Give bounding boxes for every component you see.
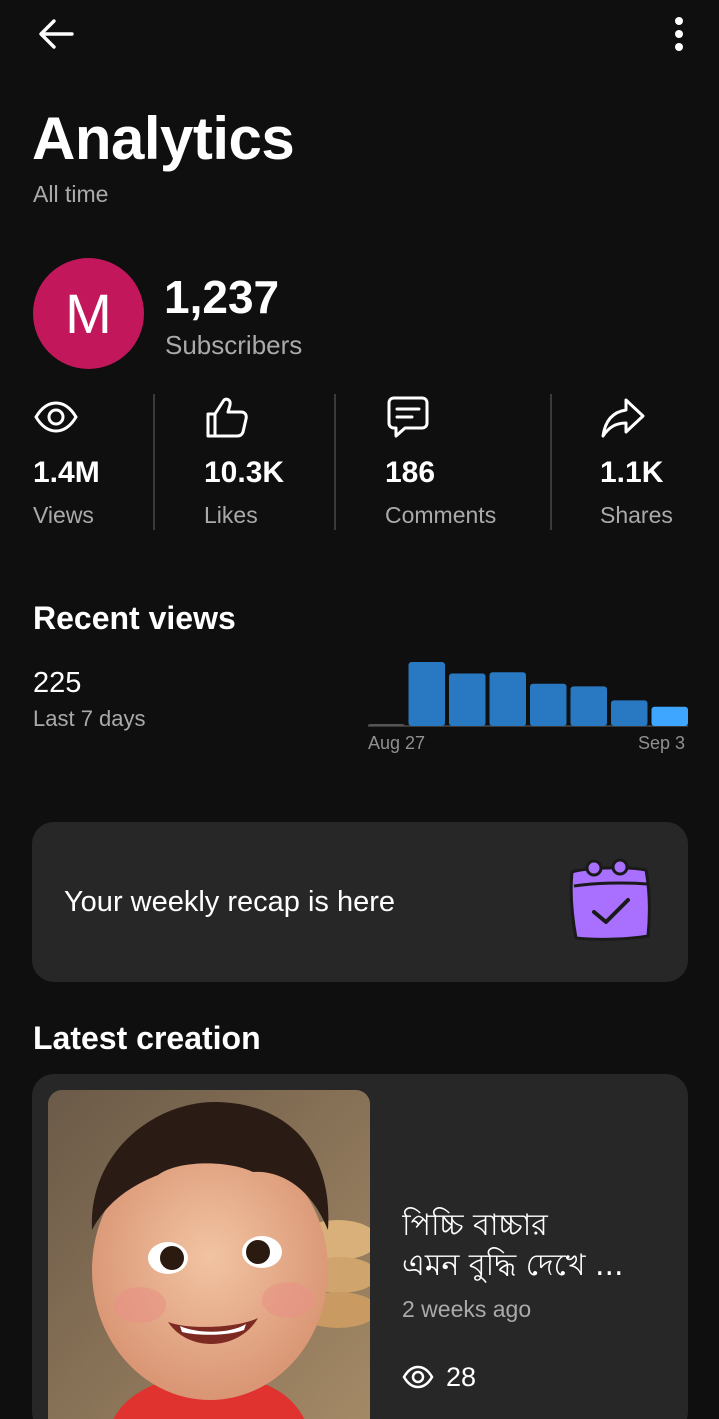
more-options-button[interactable] bbox=[659, 12, 699, 56]
page-title: Analytics bbox=[32, 105, 295, 172]
subscriber-count: 1,237 bbox=[164, 271, 280, 323]
chart-bar-sep-3[interactable] bbox=[651, 706, 689, 726]
chart-bar-aug-29[interactable] bbox=[449, 673, 486, 726]
video-title-line-2: এমন বুদ্ধি দেখে ... bbox=[402, 1248, 624, 1283]
video-age: 2 weeks ago bbox=[402, 1296, 532, 1322]
divider bbox=[550, 394, 552, 530]
weekly-recap-card[interactable]: Your weekly recap is here bbox=[32, 822, 688, 982]
top-bar bbox=[0, 0, 719, 70]
divider bbox=[334, 394, 336, 530]
arrow-left-icon bbox=[39, 19, 74, 49]
weekly-recap-text: Your weekly recap is here bbox=[64, 886, 395, 918]
stat-views-label: Views bbox=[33, 502, 94, 528]
eye-icon bbox=[34, 401, 78, 433]
divider bbox=[153, 394, 155, 530]
chart-bar-aug-27[interactable] bbox=[368, 724, 405, 726]
chart-bar-aug-30[interactable] bbox=[489, 672, 527, 726]
stat-likes-value: 10.3K bbox=[204, 456, 285, 489]
chart-bar-aug-31[interactable] bbox=[530, 683, 567, 726]
stats-row: 1.4M Views 10.3K Likes 186 Comments 1.1K… bbox=[0, 394, 719, 530]
avatar: M bbox=[33, 258, 144, 369]
chart-tick-start: Aug 27 bbox=[368, 733, 426, 753]
recent-views-period: Last 7 days bbox=[33, 706, 146, 731]
stat-comments-label: Comments bbox=[385, 502, 497, 528]
stat-shares-value: 1.1K bbox=[600, 456, 664, 489]
more-vertical-icon bbox=[675, 17, 683, 51]
chart-bar-sep-2[interactable] bbox=[611, 700, 648, 726]
chart-tick-end: Sep 3 bbox=[638, 733, 686, 753]
chart-bar-aug-28[interactable] bbox=[408, 662, 446, 726]
video-title[interactable]: পিচ্চি বাচ্চার এমন বুদ্ধি দেখে ... bbox=[402, 1206, 672, 1286]
recent-views-title: Recent views bbox=[33, 600, 236, 636]
video-view-count: 28 bbox=[446, 1362, 477, 1392]
thumbs-up-icon bbox=[206, 397, 248, 438]
latest-creation-card[interactable]: পিচ্চি বাচ্চার এমন বুদ্ধি দেখে ... 2 wee… bbox=[32, 1074, 688, 1419]
share-icon bbox=[601, 398, 645, 438]
back-button[interactable] bbox=[28, 12, 84, 56]
stat-likes-label: Likes bbox=[204, 502, 258, 528]
eye-icon bbox=[402, 1365, 434, 1389]
latest-creation-title: Latest creation bbox=[33, 1020, 261, 1056]
chart-bar-sep-1[interactable] bbox=[570, 686, 608, 726]
page-subtitle: All time bbox=[33, 181, 109, 207]
subscriber-label: Subscribers bbox=[165, 330, 303, 360]
stat-shares-label: Shares bbox=[600, 502, 673, 528]
recent-views-value: 225 bbox=[33, 667, 82, 699]
video-thumbnail[interactable] bbox=[48, 1090, 370, 1419]
stat-comments-value: 186 bbox=[385, 456, 436, 489]
video-title-line-1: পিচ্চি বাচ্চার bbox=[402, 1208, 548, 1243]
comment-icon bbox=[387, 396, 429, 438]
calendar-check-icon bbox=[569, 858, 651, 941]
stat-views-value: 1.4M bbox=[33, 456, 100, 489]
